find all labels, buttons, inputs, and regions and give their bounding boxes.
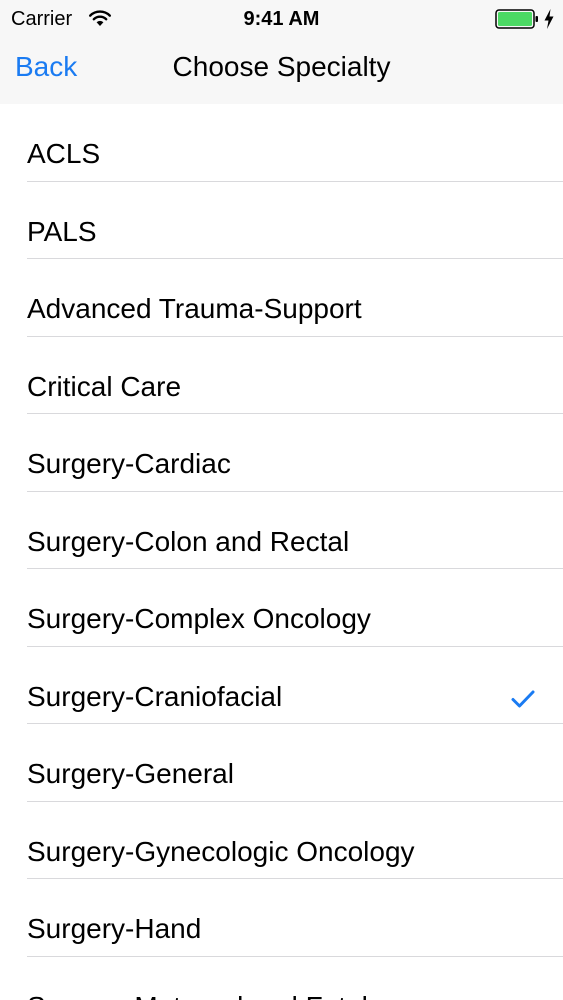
list-item-label: Advanced Trauma-Support bbox=[27, 293, 362, 324]
navigation-bar: Back Choose Specialty bbox=[0, 38, 563, 104]
list-item-label: Surgery-Craniofacial bbox=[27, 680, 283, 712]
list-item[interactable]: ACLS bbox=[0, 104, 563, 182]
screen: Carrier 9:41 AM Back Choose Specialty AC… bbox=[0, 0, 563, 1000]
list-item[interactable]: Critical Care bbox=[0, 337, 563, 415]
list-item-label: PALS bbox=[27, 215, 97, 247]
status-time: 9:41 AM bbox=[243, 8, 320, 30]
list-item[interactable]: Surgery-Complex Oncology bbox=[0, 569, 563, 647]
list-item-label: Surgery-Colon and Rectal bbox=[27, 525, 350, 557]
page-title: Choose Specialty bbox=[172, 51, 391, 82]
battery-icon bbox=[495, 9, 538, 29]
list-item-label: Surgery-Gynecologic Oncology bbox=[27, 835, 415, 867]
list-item[interactable]: Surgery-General bbox=[0, 724, 563, 802]
list-item[interactable]: Surgery-Hand bbox=[0, 879, 563, 957]
checkmark-icon bbox=[511, 690, 535, 707]
list-item-label: Surgery-Complex Oncology bbox=[27, 603, 371, 634]
status-bar: Carrier 9:41 AM bbox=[0, 0, 563, 38]
list-item[interactable]: PALS bbox=[0, 182, 563, 260]
list-item-label: ACLS bbox=[27, 138, 101, 169]
list-item-label: Surgery-Maternal and Fetal bbox=[27, 957, 368, 1000]
list-item[interactable]: Surgery-Colon and Rectal bbox=[0, 492, 563, 570]
specialty-list: ACLS PALS Advanced Trauma-Support Critic… bbox=[0, 104, 563, 1000]
charging-icon bbox=[544, 9, 554, 29]
list-item[interactable]: Surgery-Gynecologic Oncology bbox=[0, 802, 563, 880]
list-item-label: Surgery-Cardiac bbox=[27, 448, 231, 479]
list-item-label: Surgery-Hand bbox=[27, 913, 202, 944]
list-item-label: Critical Care bbox=[27, 370, 182, 402]
list-item[interactable]: Advanced Trauma-Support bbox=[0, 259, 563, 337]
list-item[interactable]: Surgery-Cardiac bbox=[0, 414, 563, 492]
list-item-selected[interactable]: Surgery-Craniofacial bbox=[0, 647, 563, 725]
list-item[interactable]: Surgery-Maternal and Fetal bbox=[0, 957, 563, 1000]
list-item-label: Surgery-General bbox=[27, 758, 234, 789]
